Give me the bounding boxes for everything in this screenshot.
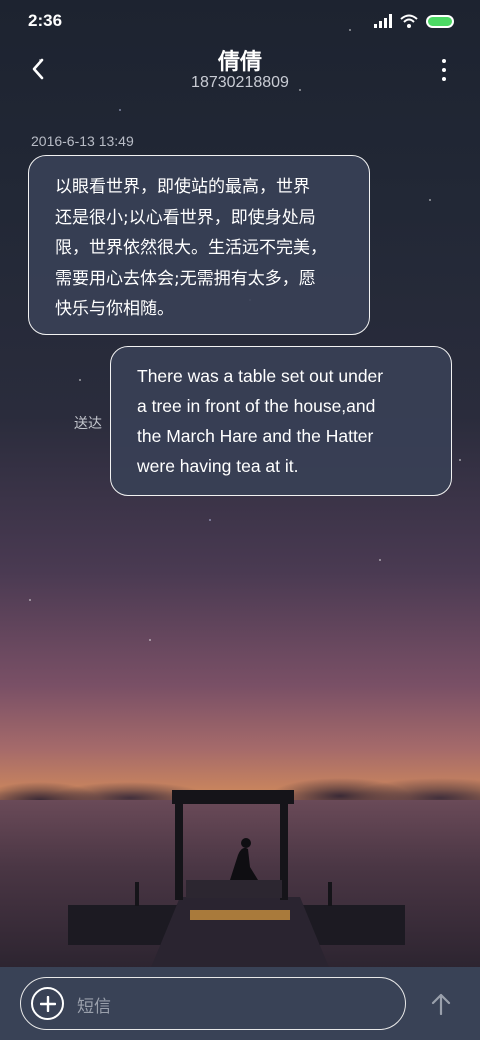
message-composer: 短信: [0, 967, 480, 1040]
more-vertical-icon: [442, 59, 446, 63]
outgoing-message-bubble[interactable]: There was a table set out under a tree i…: [110, 346, 452, 496]
wifi-icon: [400, 14, 418, 28]
status-time: 2:36: [28, 11, 63, 30]
contact-phone: 18730218809: [191, 74, 289, 91]
message-line: 需要用心去体会;无需拥有太多，愿: [55, 268, 316, 289]
message-line: a tree in front of the house,and: [137, 396, 376, 416]
plus-icon: [39, 995, 56, 1012]
message-line: were having tea at it.: [137, 456, 299, 476]
status-icons: [374, 14, 454, 28]
arrow-up-icon: [431, 993, 451, 1015]
message-input[interactable]: 短信: [20, 977, 406, 1030]
message-line: There was a table set out under: [137, 366, 384, 386]
message-timestamp: 2016-6-13 13:49: [31, 133, 134, 149]
contact-name: 倩倩: [217, 50, 262, 75]
message-line: 以眼看世界，即使站的最高，世界: [55, 177, 310, 197]
message-line: the March Hare and the Hatter: [137, 426, 374, 446]
incoming-message-bubble[interactable]: 以眼看世界，即使站的最高，世界 还是很小;以心看世界，即使身处局 限，世界依然很…: [28, 155, 370, 335]
message-line: 快乐与你相随。: [55, 299, 174, 319]
status-bar: 2:36: [0, 0, 480, 42]
pier-silhouette: [68, 790, 405, 970]
signal-icon: [374, 14, 392, 28]
more-options-button[interactable]: [434, 56, 454, 84]
battery-icon: [426, 14, 454, 28]
message-line: 限，世界依然很大。生活远不完美，: [55, 238, 327, 258]
conversation-header: 倩倩 18730218809: [0, 42, 480, 100]
input-placeholder: 短信: [77, 997, 111, 1017]
delivery-status: 送达: [74, 416, 102, 432]
send-button[interactable]: [428, 991, 454, 1017]
message-line: 还是很小;以心看世界，即使身处局: [55, 207, 316, 228]
add-attachment-button[interactable]: [31, 987, 64, 1020]
